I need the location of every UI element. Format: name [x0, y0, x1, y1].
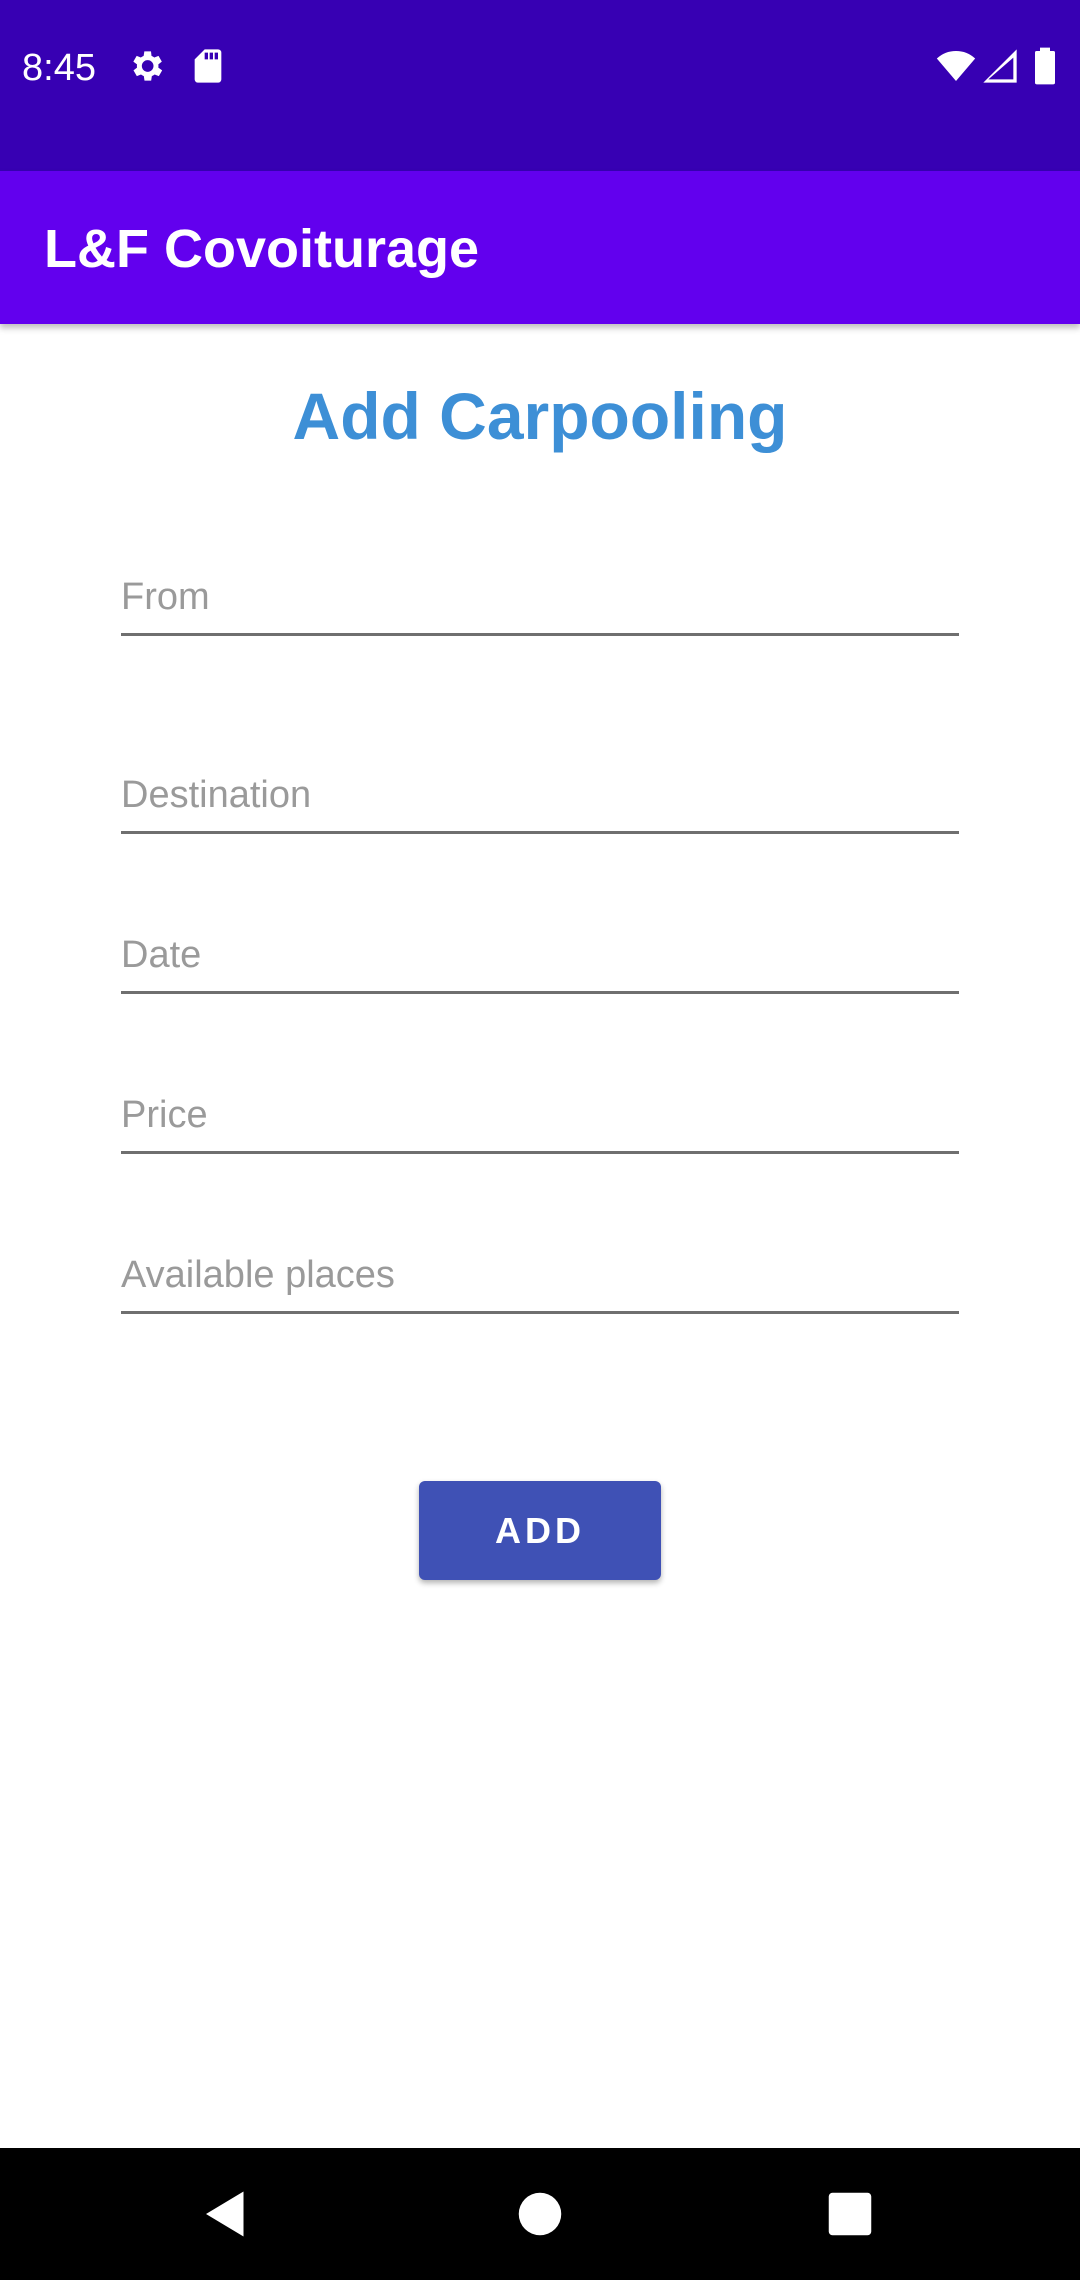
- app-title: L&F Covoiturage: [44, 219, 480, 279]
- sd-card-icon: [188, 46, 228, 86]
- nav-bar: [0, 2148, 1080, 2280]
- destination-input[interactable]: [121, 774, 959, 817]
- recents-icon[interactable]: [820, 2184, 880, 2244]
- available-places-field[interactable]: [121, 1231, 959, 1314]
- battery-icon: [1030, 46, 1060, 86]
- back-icon[interactable]: [196, 2184, 256, 2244]
- date-field[interactable]: [121, 911, 959, 994]
- date-input[interactable]: [121, 934, 959, 977]
- status-time: 8:45: [22, 47, 96, 89]
- page-title: Add Carpooling: [292, 379, 788, 453]
- home-icon[interactable]: [510, 2184, 570, 2244]
- screen: 8:45 L&F Covoiturage Add Carpooling ADD: [0, 0, 1080, 2280]
- wifi-icon: [936, 46, 976, 86]
- price-input[interactable]: [121, 1094, 959, 1137]
- gear-icon: [126, 46, 166, 86]
- price-field[interactable]: [121, 1071, 959, 1154]
- add-button[interactable]: ADD: [419, 1481, 661, 1580]
- status-bar: 8:45: [0, 0, 1080, 171]
- available-places-input[interactable]: [121, 1254, 959, 1297]
- from-field[interactable]: [121, 553, 959, 636]
- from-input[interactable]: [121, 576, 959, 619]
- destination-field[interactable]: [121, 751, 959, 834]
- app-bar: L&F Covoiturage: [0, 171, 1080, 324]
- cell-signal-icon: [980, 46, 1020, 86]
